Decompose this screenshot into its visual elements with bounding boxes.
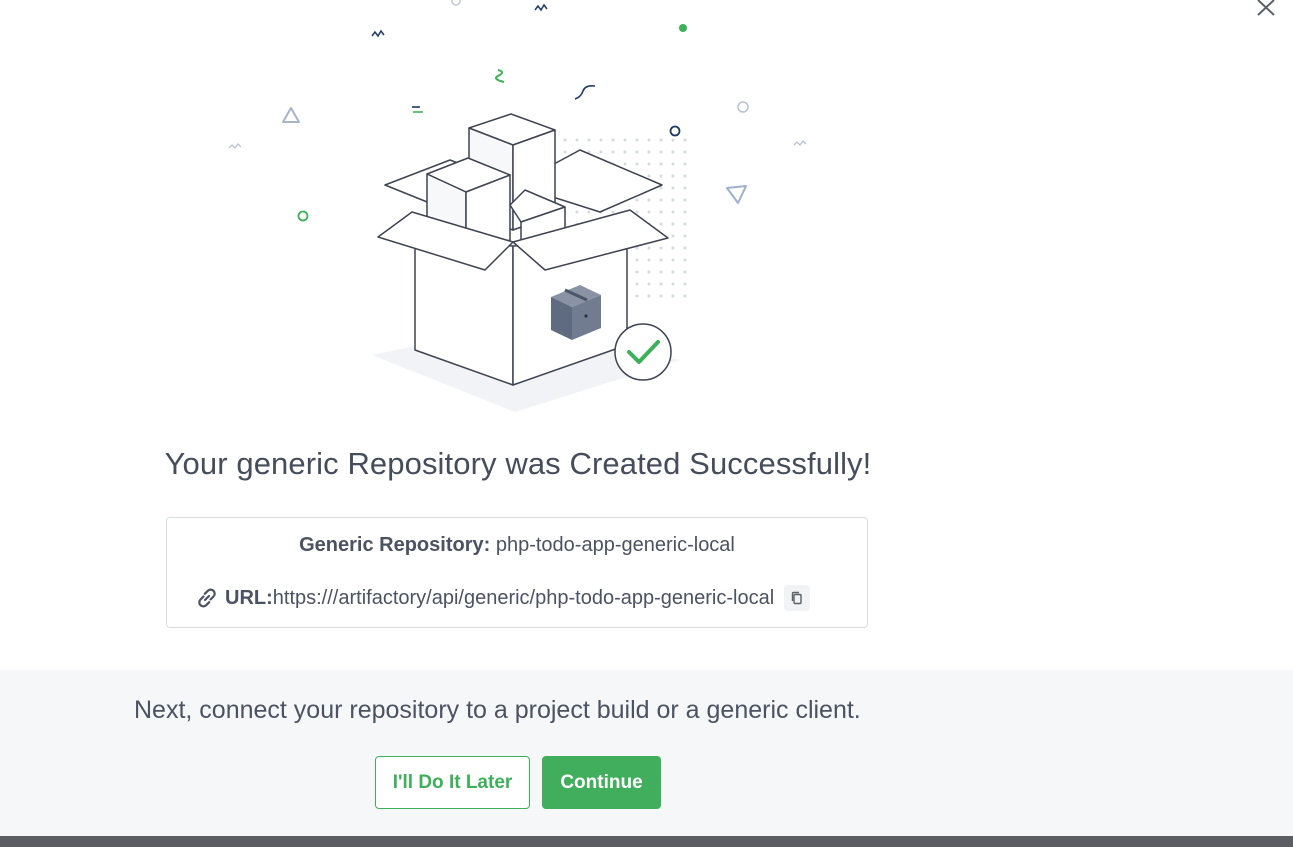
next-steps-text: Next, connect your repository to a proje… bbox=[134, 696, 861, 724]
success-title: Your generic Repository was Created Succ… bbox=[164, 446, 872, 481]
copy-icon bbox=[791, 591, 802, 605]
repository-url-label: URL: bbox=[225, 586, 273, 609]
close-button[interactable] bbox=[1252, 0, 1280, 18]
repository-info-card: Generic Repository: php-todo-app-generic… bbox=[166, 517, 868, 628]
repository-name-value: php-todo-app-generic-local bbox=[495, 534, 735, 556]
continue-button[interactable]: Continue bbox=[542, 756, 661, 809]
repository-name-line: Generic Repository: php-todo-app-generic… bbox=[167, 534, 867, 557]
repository-url-line: URL: https:///artifactory/api/generic/ph… bbox=[193, 584, 811, 612]
link-icon bbox=[198, 588, 216, 608]
bottom-bar bbox=[0, 836, 1293, 847]
copy-url-button[interactable] bbox=[784, 585, 811, 611]
repository-url-value: https:///artifactory/api/generic/php-tod… bbox=[272, 586, 775, 609]
do-it-later-button[interactable]: I'll Do It Later bbox=[375, 756, 530, 809]
open-box-with-checkmark-illustration bbox=[228, 0, 807, 412]
close-icon bbox=[1257, 0, 1275, 16]
dialog-footer: Next, connect your repository to a proje… bbox=[0, 670, 1293, 836]
repository-name-label: Generic Repository: bbox=[299, 534, 491, 556]
